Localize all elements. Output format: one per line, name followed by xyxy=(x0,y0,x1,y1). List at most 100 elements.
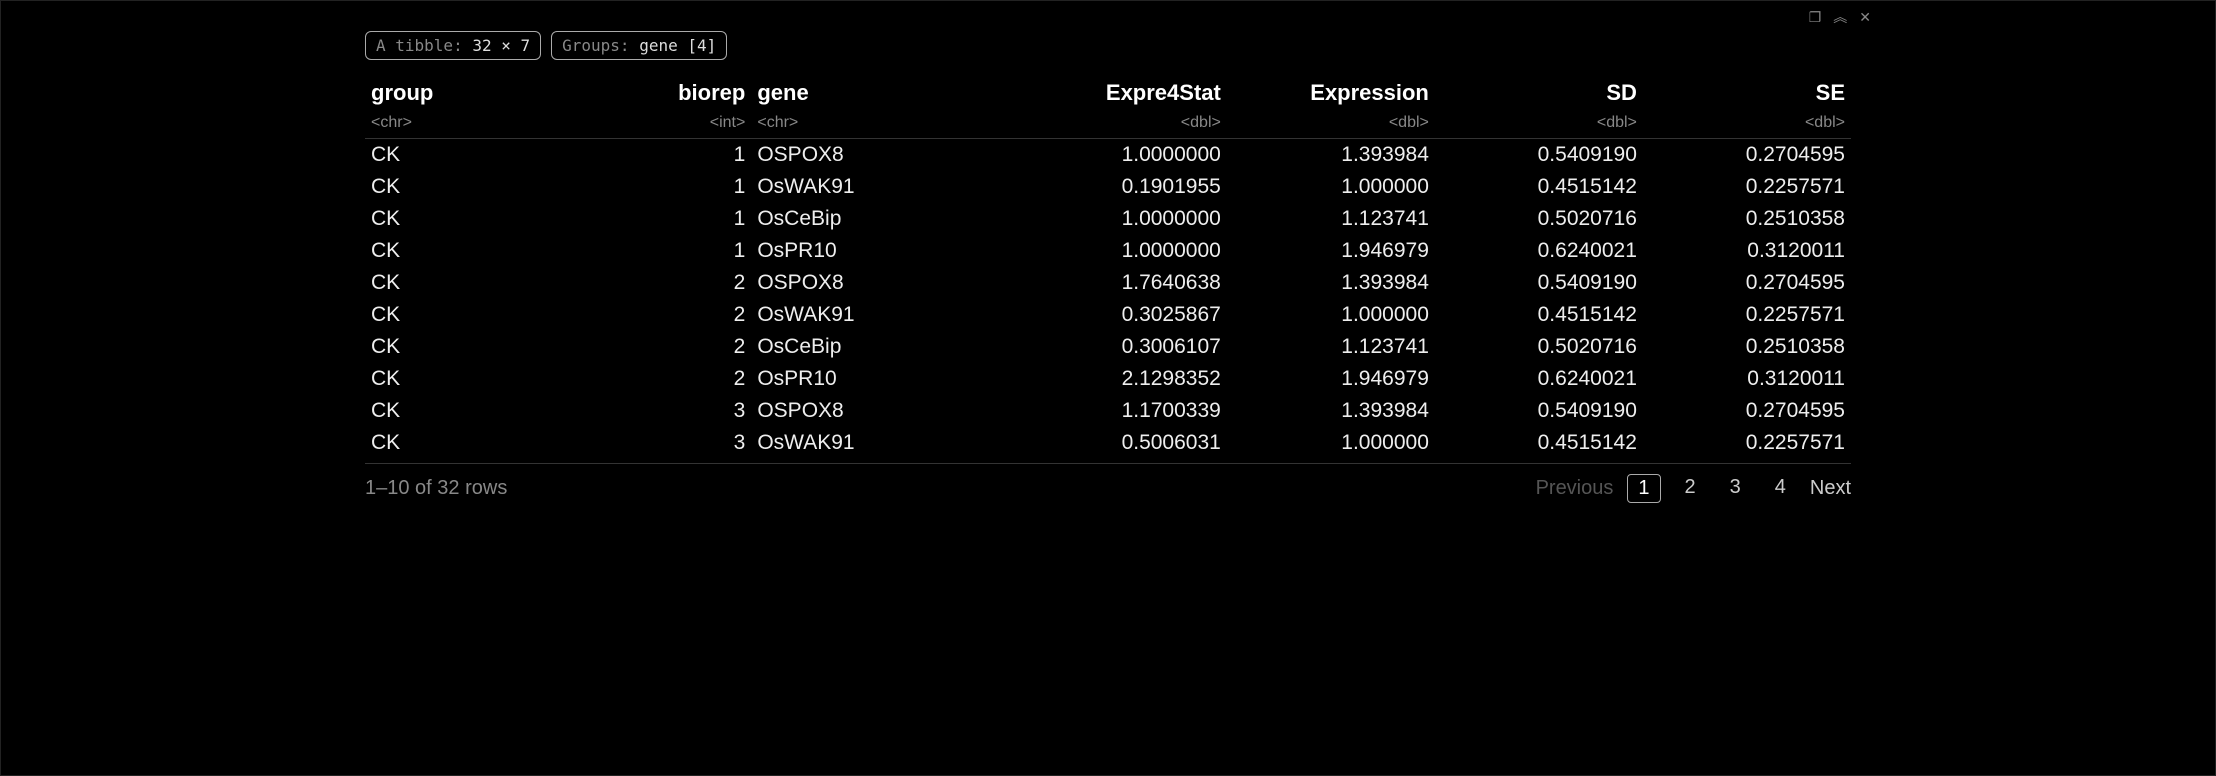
column-type: <chr> xyxy=(751,110,1018,139)
cell: 0.4515142 xyxy=(1435,299,1643,331)
cell: 0.4515142 xyxy=(1435,171,1643,203)
column-header[interactable]: SD xyxy=(1435,74,1643,110)
cell: 0.2257571 xyxy=(1643,427,1851,459)
column-header[interactable]: gene xyxy=(751,74,1018,110)
pager-previous[interactable]: Previous xyxy=(1536,477,1614,500)
cell: OsCeBip xyxy=(751,331,1018,363)
table-row[interactable]: CK1OsCeBip1.00000001.1237410.50207160.25… xyxy=(365,203,1851,235)
close-icon[interactable]: ✕ xyxy=(1859,9,1871,26)
cell: CK xyxy=(365,395,647,427)
data-table: groupbiorepgeneExpre4StatExpressionSDSE … xyxy=(365,74,1851,459)
cell: 1.0000000 xyxy=(1019,203,1227,235)
cell: 0.2704595 xyxy=(1643,395,1851,427)
column-header[interactable]: SE xyxy=(1643,74,1851,110)
cell: 0.5006031 xyxy=(1019,427,1227,459)
column-type: <dbl> xyxy=(1019,110,1227,139)
cell: OsWAK91 xyxy=(751,427,1018,459)
tibble-dims-badge: A tibble: 32 × 7 xyxy=(365,31,541,60)
column-type: <int> xyxy=(647,110,751,139)
cell: 0.5020716 xyxy=(1435,331,1643,363)
cell: 0.3120011 xyxy=(1643,363,1851,395)
cell: OSPOX8 xyxy=(751,267,1018,299)
cell: 1.946979 xyxy=(1227,363,1435,395)
column-header[interactable]: biorep xyxy=(647,74,751,110)
cell: 0.3025867 xyxy=(1019,299,1227,331)
cell: 3 xyxy=(647,427,751,459)
cell: 1.393984 xyxy=(1227,267,1435,299)
cell: 1 xyxy=(647,139,751,172)
table-row[interactable]: CK1OsPR101.00000001.9469790.62400210.312… xyxy=(365,235,1851,267)
pager-page[interactable]: 1 xyxy=(1627,474,1660,503)
cell: CK xyxy=(365,235,647,267)
panel-toolbar: ❐ ︽ ✕ xyxy=(1809,7,1871,27)
cell: 2 xyxy=(647,331,751,363)
pager-next[interactable]: Next xyxy=(1810,477,1851,500)
table-body: CK1OSPOX81.00000001.3939840.54091900.270… xyxy=(365,139,1851,460)
table-row[interactable]: CK1OsWAK910.19019551.0000000.45151420.22… xyxy=(365,171,1851,203)
cell: 0.2510358 xyxy=(1643,203,1851,235)
pager-page[interactable]: 4 xyxy=(1765,474,1796,503)
collapse-icon[interactable]: ︽ xyxy=(1833,7,1847,27)
cell: 2.1298352 xyxy=(1019,363,1227,395)
groups-prefix: Groups: xyxy=(562,36,639,55)
cell: 0.5409190 xyxy=(1435,139,1643,172)
cell: 0.5409190 xyxy=(1435,267,1643,299)
cell: CK xyxy=(365,331,647,363)
cell: 0.3006107 xyxy=(1019,331,1227,363)
row-summary: 1–10 of 32 rows xyxy=(365,477,507,500)
column-header[interactable]: Expression xyxy=(1227,74,1435,110)
tibble-dims-value: 32 × 7 xyxy=(472,36,530,55)
cell: 1.393984 xyxy=(1227,139,1435,172)
tibble-viewer-panel: ❐ ︽ ✕ A tibble: 32 × 7 Groups: gene [4] … xyxy=(341,1,1875,775)
table-row[interactable]: CK2OsCeBip0.30061071.1237410.50207160.25… xyxy=(365,331,1851,363)
column-header[interactable]: Expre4Stat xyxy=(1019,74,1227,110)
cell: 0.2704595 xyxy=(1643,139,1851,172)
groups-badge: Groups: gene [4] xyxy=(551,31,727,60)
cell: 1.000000 xyxy=(1227,299,1435,331)
cell: OsWAK91 xyxy=(751,299,1018,331)
cell: CK xyxy=(365,139,647,172)
cell: CK xyxy=(365,171,647,203)
cell: 3 xyxy=(647,395,751,427)
table-row[interactable]: CK3OSPOX81.17003391.3939840.54091900.270… xyxy=(365,395,1851,427)
table-row[interactable]: CK2OSPOX81.76406381.3939840.54091900.270… xyxy=(365,267,1851,299)
column-type: <dbl> xyxy=(1227,110,1435,139)
cell: 0.6240021 xyxy=(1435,363,1643,395)
table-row[interactable]: CK3OsWAK910.50060311.0000000.45151420.22… xyxy=(365,427,1851,459)
cell: 1.0000000 xyxy=(1019,139,1227,172)
popout-icon[interactable]: ❐ xyxy=(1809,9,1822,26)
cell: 1.000000 xyxy=(1227,171,1435,203)
cell: CK xyxy=(365,203,647,235)
cell: OSPOX8 xyxy=(751,139,1018,172)
pager-pages: 1234 xyxy=(1627,474,1796,503)
cell: 0.2257571 xyxy=(1643,171,1851,203)
pager-page[interactable]: 2 xyxy=(1675,474,1706,503)
cell: 1.123741 xyxy=(1227,203,1435,235)
cell: 0.5409190 xyxy=(1435,395,1643,427)
cell: CK xyxy=(365,299,647,331)
cell: 1 xyxy=(647,235,751,267)
table-types-row: <chr><int><chr><dbl><dbl><dbl><dbl> xyxy=(365,110,1851,139)
cell: 0.1901955 xyxy=(1019,171,1227,203)
cell: OSPOX8 xyxy=(751,395,1018,427)
cell: 0.3120011 xyxy=(1643,235,1851,267)
pager: Previous 1234 Next xyxy=(1536,474,1851,503)
table-row[interactable]: CK2OsWAK910.30258671.0000000.45151420.22… xyxy=(365,299,1851,331)
tibble-dims-prefix: A tibble: xyxy=(376,36,472,55)
cell: 1.946979 xyxy=(1227,235,1435,267)
cell: 0.2704595 xyxy=(1643,267,1851,299)
cell: 1.123741 xyxy=(1227,331,1435,363)
cell: 0.6240021 xyxy=(1435,235,1643,267)
table-row[interactable]: CK1OSPOX81.00000001.3939840.54091900.270… xyxy=(365,139,1851,172)
cell: OsPR10 xyxy=(751,235,1018,267)
cell: 2 xyxy=(647,299,751,331)
column-type: <dbl> xyxy=(1435,110,1643,139)
pager-page[interactable]: 3 xyxy=(1720,474,1751,503)
table-row[interactable]: CK2OsPR102.12983521.9469790.62400210.312… xyxy=(365,363,1851,395)
cell: OsCeBip xyxy=(751,203,1018,235)
meta-badges: A tibble: 32 × 7 Groups: gene [4] xyxy=(365,31,1851,60)
cell: 1.7640638 xyxy=(1019,267,1227,299)
column-header[interactable]: group xyxy=(365,74,647,110)
cell: 0.2257571 xyxy=(1643,299,1851,331)
cell: OsPR10 xyxy=(751,363,1018,395)
